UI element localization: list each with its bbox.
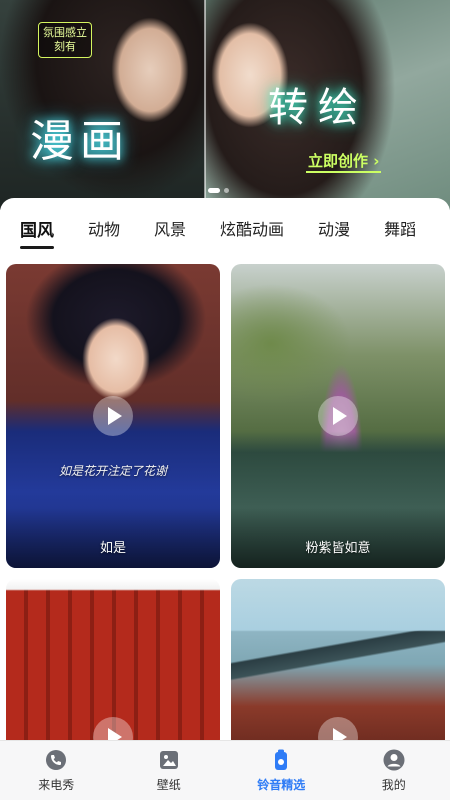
nav-item-wallpaper[interactable]: 壁纸: [113, 741, 226, 800]
tab-animals[interactable]: 动物: [88, 216, 120, 240]
tab-guofeng[interactable]: 国风: [20, 216, 54, 249]
banner-dot-active: [208, 188, 220, 193]
play-icon[interactable]: [93, 396, 133, 436]
card-title: 如是: [99, 541, 126, 556]
video-card[interactable]: [6, 579, 220, 740]
nav-label: 壁纸: [156, 778, 181, 792]
category-tabs: 国风 动物 风景 炫酷动画 动漫 舞蹈: [0, 198, 450, 258]
banner-title-left: 漫画: [30, 116, 130, 167]
banner-tag: 氛围感立刻有: [38, 22, 92, 58]
play-icon[interactable]: [318, 717, 358, 740]
wallpaper-icon: [159, 751, 178, 769]
video-card[interactable]: [231, 579, 445, 740]
play-icon[interactable]: [93, 717, 133, 740]
banner-split-line: [204, 0, 206, 200]
tab-cool-animation[interactable]: 炫酷动画: [220, 216, 284, 240]
banner-dot: [224, 188, 229, 193]
tab-dance[interactable]: 舞蹈: [384, 216, 416, 240]
tab-anime[interactable]: 动漫: [318, 216, 350, 240]
play-icon[interactable]: [318, 396, 358, 436]
video-card[interactable]: 如是花开注定了花谢 如是: [6, 264, 220, 568]
nav-item-caller-show[interactable]: 来电秀: [0, 741, 113, 800]
card-lyric: 如是花开注定了花谢: [58, 464, 167, 478]
bottom-navigation: 来电秀 壁纸 铃音精选 我的: [0, 740, 450, 800]
banner-title-right: 转绘: [268, 85, 368, 131]
video-grid: 如是花开注定了花谢 如是 粉紫皆如意: [0, 258, 450, 740]
card-title: 粉紫皆如意: [305, 541, 371, 556]
nav-label: 我的: [381, 778, 406, 792]
nav-item-ringtones[interactable]: 铃音精选: [225, 741, 338, 800]
tab-scenery[interactable]: 风景: [154, 216, 186, 240]
promo-banner[interactable]: 氛围感立刻有 漫画 转绘 立即创作 ›: [0, 0, 450, 210]
ringtone-home-screen: 氛围感立刻有 漫画 转绘 立即创作 › 国风 动物 风景 炫酷动画 动漫 舞蹈 …: [0, 0, 450, 800]
banner-pagination: [208, 188, 229, 193]
video-card[interactable]: 粉紫皆如意: [231, 264, 445, 568]
nav-item-profile[interactable]: 我的: [338, 741, 450, 800]
profile-icon: [383, 749, 405, 771]
nav-label: 铃音精选: [257, 778, 306, 792]
ringtone-icon: [275, 749, 288, 770]
phone-icon: [46, 750, 67, 770]
nav-label: 来电秀: [38, 778, 75, 792]
create-now-button[interactable]: 立即创作 ›: [306, 150, 382, 173]
